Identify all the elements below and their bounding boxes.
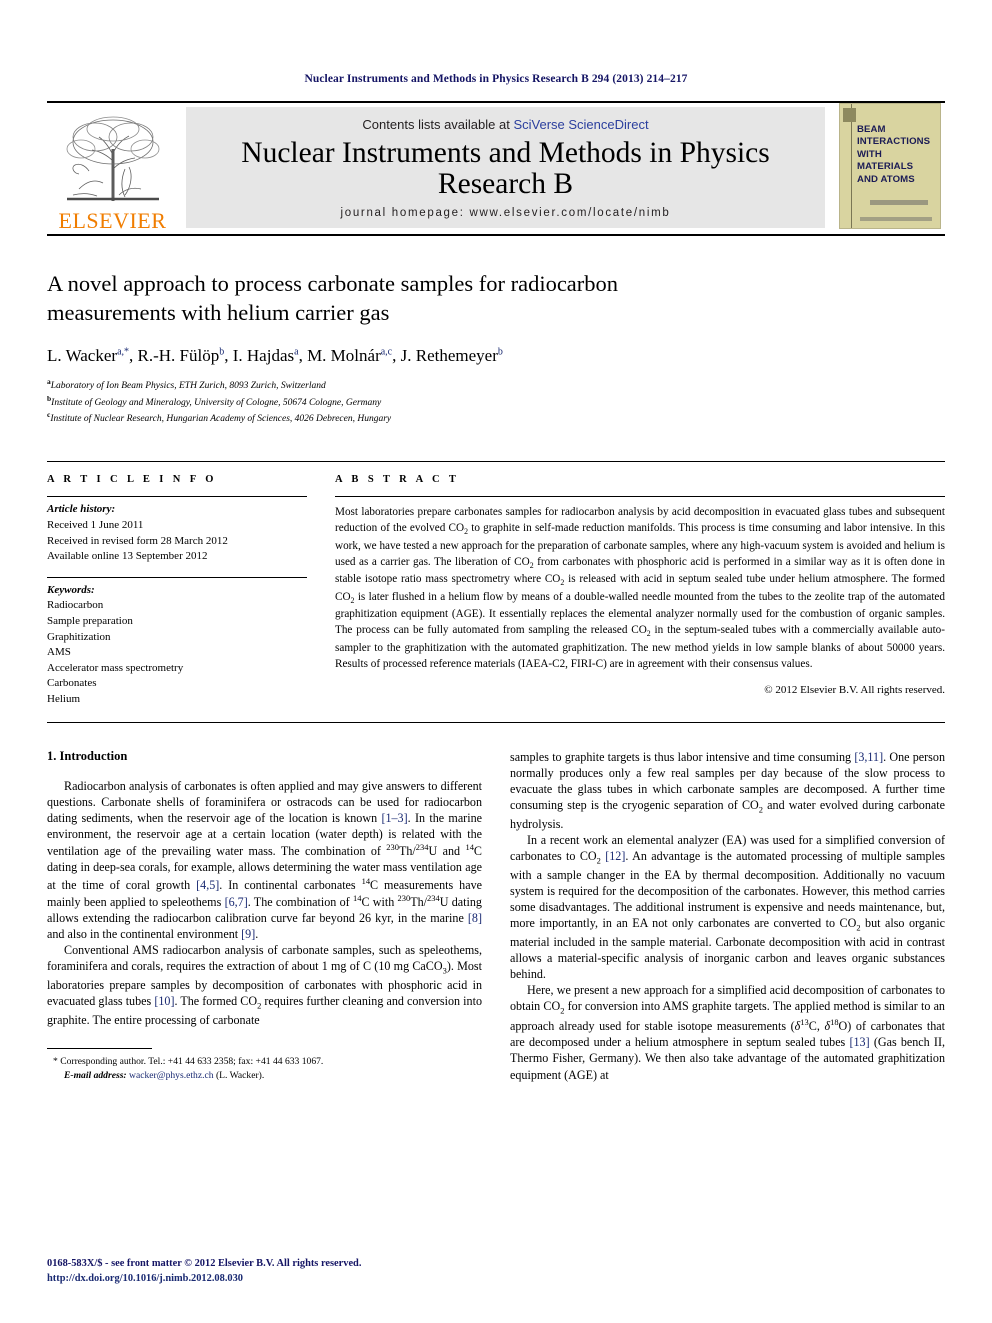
citation-ref[interactable]: [1–3] bbox=[381, 811, 407, 825]
corresponding-author-footnote: * Corresponding author. Tel.: +41 44 633… bbox=[47, 1055, 482, 1083]
body-columns: 1. Introduction Radiocarbon analysis of … bbox=[47, 749, 945, 1084]
paragraph: Here, we present a new approach for a si… bbox=[510, 983, 945, 1082]
issn-copyright-line: 0168-583X/$ - see front matter © 2012 El… bbox=[47, 1257, 362, 1269]
abstract-copyright: © 2012 Elsevier B.V. All rights reserved… bbox=[764, 683, 945, 696]
article-history-label: Article history: bbox=[47, 503, 116, 516]
paragraph: Conventional AMS radiocarbon analysis of… bbox=[47, 943, 482, 1027]
email-link[interactable]: wacker@phys.ethz.ch bbox=[129, 1070, 213, 1081]
body-column-right: samples to graphite targets is thus labo… bbox=[510, 749, 945, 1084]
journal-masthead: ELSEVIER Contents lists available at Sci… bbox=[47, 101, 945, 234]
article-info-column: A R T I C L E I N F O Article history: R… bbox=[47, 474, 307, 707]
abstract-text: Most laboratories prepare carbonates sam… bbox=[335, 496, 945, 671]
citation-ref[interactable]: [12] bbox=[605, 849, 625, 863]
keyword-item: Graphitization bbox=[47, 630, 111, 643]
citation-ref[interactable]: [10] bbox=[154, 994, 174, 1008]
sciencedirect-link[interactable]: SciVerse ScienceDirect bbox=[513, 117, 648, 132]
cover-spine-line bbox=[851, 104, 852, 228]
keyword-item: Accelerator mass spectrometry bbox=[47, 661, 184, 674]
citation-ref[interactable]: [9] bbox=[241, 927, 255, 941]
cover-footer-bar-2 bbox=[860, 217, 932, 221]
elsevier-wordmark: ELSEVIER bbox=[58, 208, 167, 233]
contents-available-line: Contents lists available at SciVerse Sci… bbox=[186, 117, 825, 132]
footnote-corresponding-text: * Corresponding author. Tel.: +41 44 633… bbox=[53, 1056, 324, 1067]
journal-title: Nuclear Instruments and Methods in Physi… bbox=[241, 136, 770, 200]
cover-title-text: BEAM INTERACTIONS WITH MATERIALS AND ATO… bbox=[857, 124, 931, 185]
journal-homepage-line[interactable]: journal homepage: www.elsevier.com/locat… bbox=[186, 207, 825, 219]
section-title-introduction: 1. Introduction bbox=[47, 748, 128, 763]
citation-ref[interactable]: [8] bbox=[468, 911, 482, 925]
paragraph: samples to graphite targets is thus labo… bbox=[510, 749, 945, 831]
keyword-item: Sample preparation bbox=[47, 615, 133, 628]
author-list: L. Wackera,*, R.-H. Fülöpb, I. Hajdasa, … bbox=[47, 345, 503, 365]
keywords-label: Keywords: bbox=[47, 583, 95, 596]
cover-footer-bar-1 bbox=[870, 200, 928, 205]
info-abstract-region: A R T I C L E I N F O Article history: R… bbox=[47, 461, 945, 707]
keyword-item: Radiocarbon bbox=[47, 599, 104, 612]
body-column-left: 1. Introduction Radiocarbon analysis of … bbox=[47, 749, 482, 1084]
masthead-center-panel: Contents lists available at SciVerse Sci… bbox=[186, 107, 825, 228]
history-item: Received 1 June 2011 bbox=[47, 518, 144, 531]
paragraph: In a recent work an elemental analyzer (… bbox=[510, 832, 945, 982]
info-abstract-bottom-rule bbox=[47, 721, 945, 723]
citation-ref[interactable]: [4,5] bbox=[196, 878, 219, 892]
keyword-item: AMS bbox=[47, 646, 71, 659]
elsevier-tree-icon bbox=[66, 116, 159, 201]
citation-ref[interactable]: [6,7] bbox=[225, 895, 248, 909]
elsevier-logo: ELSEVIER bbox=[47, 103, 178, 234]
cover-publisher-mark-icon bbox=[843, 108, 856, 122]
history-item: Received in revised form 28 March 2012 bbox=[47, 534, 228, 547]
affiliation-item: cInstitute of Nuclear Research, Hungaria… bbox=[47, 410, 392, 425]
paragraph: Radiocarbon analysis of carbonates is of… bbox=[47, 778, 482, 942]
masthead-bottom-rule bbox=[47, 234, 945, 236]
paper-page: Nuclear Instruments and Methods in Physi… bbox=[0, 0, 992, 1323]
abstract-heading: A B S T R A C T bbox=[335, 474, 460, 486]
history-item: Available online 13 September 2012 bbox=[47, 550, 208, 563]
contents-prefix: Contents lists available at bbox=[362, 117, 514, 132]
page-footer: 0168-583X/$ - see front matter © 2012 El… bbox=[47, 1256, 361, 1287]
footnote-rule bbox=[47, 1048, 152, 1049]
citation-ref[interactable]: [3,11] bbox=[854, 750, 883, 764]
keyword-item: Carbonates bbox=[47, 677, 97, 690]
title-block: A novel approach to process carbonate sa… bbox=[47, 270, 945, 427]
affiliation-item: bInstitute of Geology and Mineralogy, Un… bbox=[47, 393, 382, 408]
affiliation-list: aLaboratory of Ion Beam Physics, ETH Zur… bbox=[47, 377, 945, 428]
doi-link[interactable]: http://dx.doi.org/10.1016/j.nimb.2012.08… bbox=[47, 1271, 361, 1287]
journal-cover-image: BEAM INTERACTIONS WITH MATERIALS AND ATO… bbox=[839, 103, 941, 229]
running-head: Nuclear Instruments and Methods in Physi… bbox=[304, 73, 688, 85]
abstract-column: A B S T R A C T Most laboratories prepar… bbox=[335, 474, 945, 707]
article-history-group: Article history: Received 1 June 2011 Re… bbox=[47, 497, 307, 564]
article-info-heading: A R T I C L E I N F O bbox=[47, 474, 217, 486]
page-title: A novel approach to process carbonate sa… bbox=[47, 271, 619, 325]
affiliation-item: aLaboratory of Ion Beam Physics, ETH Zur… bbox=[47, 376, 326, 391]
journal-cover-thumbnail: BEAM INTERACTIONS WITH MATERIALS AND ATO… bbox=[833, 103, 945, 234]
keywords-group: Keywords: Radiocarbon Sample preparation… bbox=[47, 576, 307, 708]
email-label: E-mail address: bbox=[64, 1070, 127, 1082]
email-suffix: (L. Wacker). bbox=[215, 1070, 265, 1082]
citation-ref[interactable]: [13] bbox=[849, 1035, 869, 1049]
keyword-item: Helium bbox=[47, 693, 80, 706]
